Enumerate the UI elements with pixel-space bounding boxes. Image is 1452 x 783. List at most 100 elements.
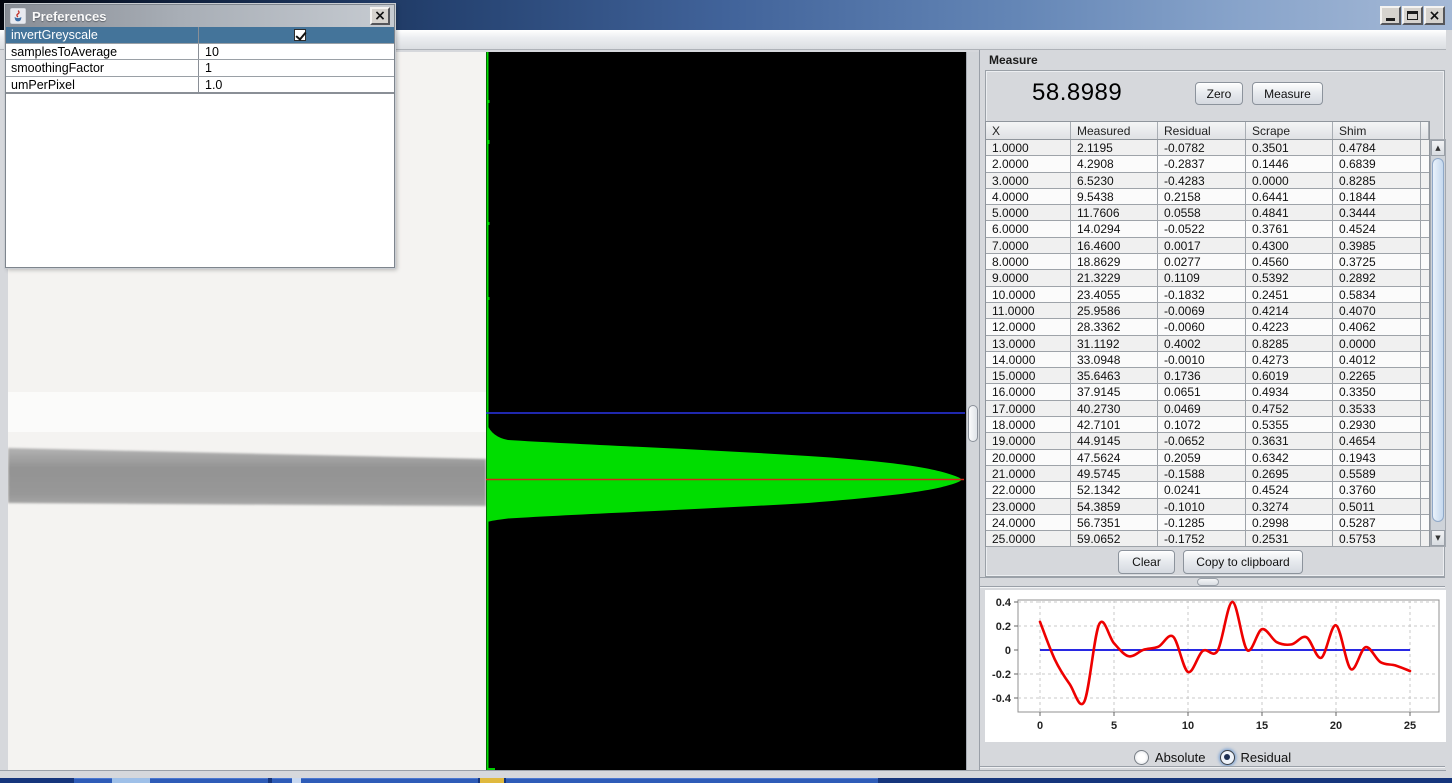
- measure-button[interactable]: Measure: [1252, 82, 1323, 105]
- cell: 2.0000: [986, 156, 1071, 172]
- radio-absolute[interactable]: Absolute: [1134, 750, 1206, 765]
- cell: 10.0000: [986, 287, 1071, 303]
- table-row[interactable]: 15.000035.64630.17360.60190.2265: [986, 368, 1429, 384]
- cell: 14.0000: [986, 352, 1071, 368]
- cell: 47.5624: [1071, 450, 1158, 466]
- scrollbar-thumb[interactable]: [1432, 158, 1444, 522]
- prefs-value[interactable]: 1: [199, 60, 394, 76]
- table-row[interactable]: 9.000021.32290.11090.53920.2892: [986, 270, 1429, 286]
- prefs-value[interactable]: 1.0: [199, 77, 394, 93]
- cell: 0.3274: [1246, 499, 1333, 515]
- table-row[interactable]: 19.000044.9145-0.06520.36310.4654: [986, 433, 1429, 449]
- maximize-button[interactable]: [1402, 6, 1423, 25]
- scroll-down-icon[interactable]: ▼: [1431, 530, 1445, 546]
- table-row[interactable]: 5.000011.76060.05580.48410.3444: [986, 205, 1429, 221]
- cell: 0.2265: [1333, 368, 1421, 384]
- radio-residual[interactable]: Residual: [1220, 750, 1292, 765]
- table-row[interactable]: 6.000014.0294-0.05220.37610.4524: [986, 221, 1429, 237]
- table-row[interactable]: 21.000049.5745-0.15880.26950.5589: [986, 466, 1429, 482]
- table-row[interactable]: 25.000059.0652-0.17520.25310.5753: [986, 531, 1429, 547]
- cell: -0.2837: [1158, 156, 1246, 172]
- svg-text:-0.2: -0.2: [992, 669, 1011, 681]
- cell: 21.0000: [986, 466, 1071, 482]
- col-header-shim[interactable]: Shim: [1333, 122, 1421, 139]
- prefs-row-invertGreyscale[interactable]: invertGreyscale: [6, 27, 394, 44]
- scroll-up-icon[interactable]: ▲: [1431, 140, 1445, 156]
- col-header-measured[interactable]: Measured: [1071, 122, 1158, 139]
- table-row[interactable]: 16.000037.91450.06510.49340.3350: [986, 384, 1429, 400]
- preferences-title: Preferences: [32, 9, 106, 24]
- cell-filler: [1421, 221, 1429, 237]
- table-row[interactable]: 12.000028.3362-0.00600.42230.4062: [986, 319, 1429, 335]
- svg-text:0.4: 0.4: [996, 597, 1012, 609]
- threshold-slider[interactable]: [966, 52, 979, 770]
- prefs-row-umPerPixel[interactable]: umPerPixel1.0: [6, 77, 394, 94]
- close-button[interactable]: ×: [1424, 6, 1445, 25]
- measurements-table: X Measured Residual Scrape Shim 1.00002.…: [985, 121, 1430, 547]
- cell: 59.0652: [1071, 531, 1158, 547]
- table-row[interactable]: 18.000042.71010.10720.53550.2930: [986, 417, 1429, 433]
- cell: 49.5745: [1071, 466, 1158, 482]
- table-row[interactable]: 14.000033.0948-0.00100.42730.4012: [986, 352, 1429, 368]
- cell: 0.0241: [1158, 482, 1246, 498]
- cell: 4.0000: [986, 189, 1071, 205]
- table-row[interactable]: 7.000016.46000.00170.43000.3985: [986, 238, 1429, 254]
- table-scrollbar[interactable]: ▲ ▼: [1430, 139, 1446, 547]
- table-row[interactable]: 22.000052.13420.02410.45240.3760: [986, 482, 1429, 498]
- table-row[interactable]: 10.000023.4055-0.18320.24510.5834: [986, 287, 1429, 303]
- col-header-scrape[interactable]: Scrape: [1246, 122, 1333, 139]
- zero-button[interactable]: Zero: [1195, 82, 1243, 105]
- prefs-value[interactable]: [199, 27, 394, 43]
- cell: 0.2892: [1333, 270, 1421, 286]
- cell: 0.2059: [1158, 450, 1246, 466]
- splitter-grip[interactable]: [1197, 578, 1219, 586]
- cell: -0.1588: [1158, 466, 1246, 482]
- checkbox-icon[interactable]: [294, 29, 306, 41]
- cell: -0.0060: [1158, 319, 1246, 335]
- table-row[interactable]: 24.000056.7351-0.12850.29980.5287: [986, 515, 1429, 531]
- cell: -0.0652: [1158, 433, 1246, 449]
- table-row[interactable]: 1.00002.1195-0.07820.35010.4784: [986, 140, 1429, 156]
- slider-thumb[interactable]: [968, 405, 978, 442]
- prefs-value[interactable]: 10: [199, 44, 394, 60]
- prefs-row-smoothingFactor[interactable]: smoothingFactor1: [6, 60, 394, 77]
- cell: 0.4784: [1333, 140, 1421, 156]
- radio-residual-label: Residual: [1241, 750, 1292, 765]
- clear-button[interactable]: Clear: [1118, 550, 1175, 574]
- radio-residual-icon[interactable]: [1220, 750, 1235, 765]
- cell: 0.5392: [1246, 270, 1333, 286]
- cell-filler: [1421, 482, 1429, 498]
- prefs-row-samplesToAverage[interactable]: samplesToAverage10: [6, 44, 394, 61]
- measure-panel-title: Measure: [989, 53, 1038, 67]
- cell-filler: [1421, 417, 1429, 433]
- cell-filler: [1421, 368, 1429, 384]
- minimize-icon: [1386, 18, 1395, 21]
- table-row[interactable]: 23.000054.3859-0.10100.32740.5011: [986, 499, 1429, 515]
- col-header-residual[interactable]: Residual: [1158, 122, 1246, 139]
- table-row[interactable]: 17.000040.27300.04690.47520.3533: [986, 401, 1429, 417]
- table-row[interactable]: 20.000047.56240.20590.63420.1943: [986, 450, 1429, 466]
- cell: 0.4524: [1246, 482, 1333, 498]
- table-row[interactable]: 4.00009.54380.21580.64410.1844: [986, 189, 1429, 205]
- cell: 0.1943: [1333, 450, 1421, 466]
- panel-border: [980, 766, 1445, 767]
- preferences-close-button[interactable]: ×: [370, 7, 390, 25]
- cell: 0.0000: [1246, 173, 1333, 189]
- radio-absolute-icon[interactable]: [1134, 750, 1149, 765]
- table-row[interactable]: 8.000018.86290.02770.45600.3725: [986, 254, 1429, 270]
- minimize-button[interactable]: [1380, 6, 1401, 25]
- copy-to-clipboard-button[interactable]: Copy to clipboard: [1183, 550, 1303, 574]
- cell: 16.4600: [1071, 238, 1158, 254]
- cell: 0.8285: [1333, 173, 1421, 189]
- table-row[interactable]: 3.00006.5230-0.42830.00000.8285: [986, 173, 1429, 189]
- table-row[interactable]: 2.00004.2908-0.28370.14460.6839: [986, 156, 1429, 172]
- taskbar[interactable]: [0, 778, 1452, 783]
- col-header-x[interactable]: X: [986, 122, 1071, 139]
- cell: 18.0000: [986, 417, 1071, 433]
- cell-filler: [1421, 531, 1429, 547]
- cell-filler: [1421, 205, 1429, 221]
- table-row[interactable]: 11.000025.9586-0.00690.42140.4070: [986, 303, 1429, 319]
- table-row[interactable]: 13.000031.11920.40020.82850.0000: [986, 336, 1429, 352]
- preferences-title-bar[interactable]: Preferences ×: [6, 5, 394, 27]
- cell: 5.0000: [986, 205, 1071, 221]
